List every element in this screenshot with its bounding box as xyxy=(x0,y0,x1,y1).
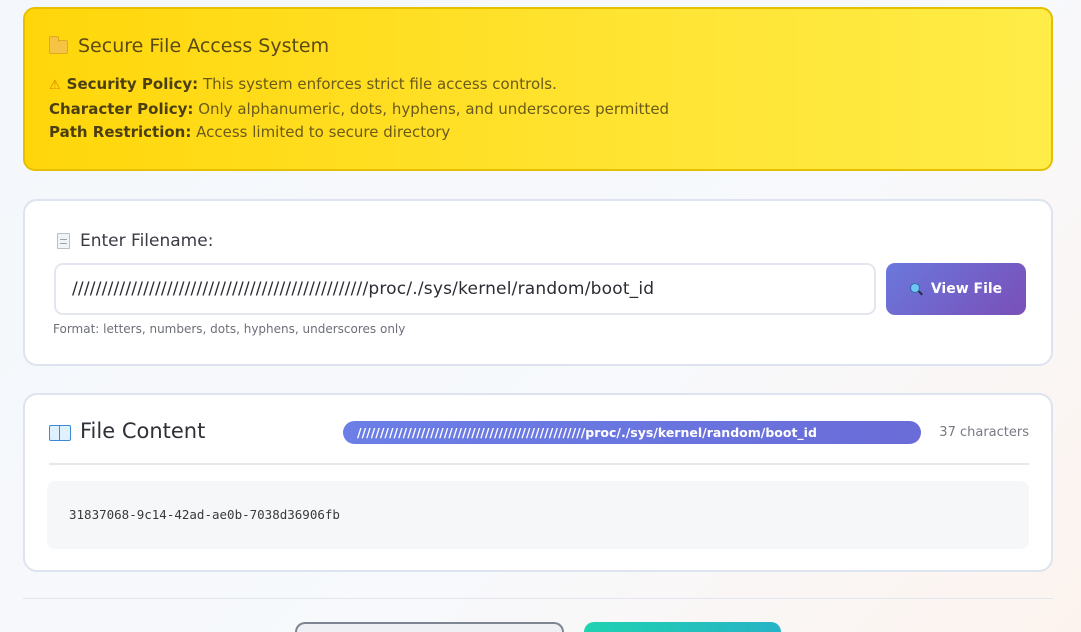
file-content-card: File Content ///////////////////////////… xyxy=(23,393,1053,572)
character-policy-text: Only alphanumeric, dots, hyphens, and un… xyxy=(193,99,670,118)
banner-title-row: Secure File Access System xyxy=(49,35,1027,57)
format-hint: Format: letters, numbers, dots, hyphens,… xyxy=(53,322,406,336)
security-policy-text: This system enforces strict file access … xyxy=(198,75,557,93)
footer-divider xyxy=(23,598,1053,599)
document-icon xyxy=(57,233,70,249)
file-content-header: File Content ///////////////////////////… xyxy=(49,419,1029,465)
view-file-label: View File xyxy=(930,281,1003,297)
open-book-icon xyxy=(49,425,71,441)
filename-label: Enter Filename: xyxy=(80,231,214,251)
file-content-title: File Content xyxy=(80,419,206,443)
file-path-badge: ////////////////////////////////////////… xyxy=(343,421,921,444)
path-restriction-line: Path Restriction: Access limited to secu… xyxy=(49,121,1027,145)
view-file-button[interactable]: View File xyxy=(886,263,1026,315)
character-policy-line: Character Policy: Only alphanumeric, dot… xyxy=(49,98,1027,122)
file-content-title-row: File Content xyxy=(49,419,205,443)
folder-icon xyxy=(49,36,68,54)
security-banner: Secure File Access System ⚠ Security Poli… xyxy=(23,7,1053,171)
character-count: 37 characters xyxy=(939,425,1029,440)
character-policy-label: Character Policy: xyxy=(49,99,194,118)
file-content-output: 31837068-9c14-42ad-ae0b-7038d36906fb xyxy=(47,481,1029,549)
security-policy-label: Security Policy: xyxy=(66,75,199,93)
magnifier-icon xyxy=(909,283,922,295)
primary-action-button[interactable] xyxy=(584,622,781,632)
security-policy-line: ⚠ Security Policy: This system enforces s… xyxy=(49,73,1027,98)
filename-label-row: Enter Filename: xyxy=(57,231,213,251)
warning-icon: ⚠ xyxy=(49,78,61,93)
banner-title: Secure File Access System xyxy=(78,35,330,57)
filename-input[interactable] xyxy=(54,263,876,315)
secondary-action-button[interactable] xyxy=(295,622,564,632)
filename-form-card: Enter Filename: View File Format: letter… xyxy=(23,199,1053,366)
path-restriction-text: Access limited to secure directory xyxy=(191,123,451,141)
path-restriction-label: Path Restriction: xyxy=(49,123,192,141)
